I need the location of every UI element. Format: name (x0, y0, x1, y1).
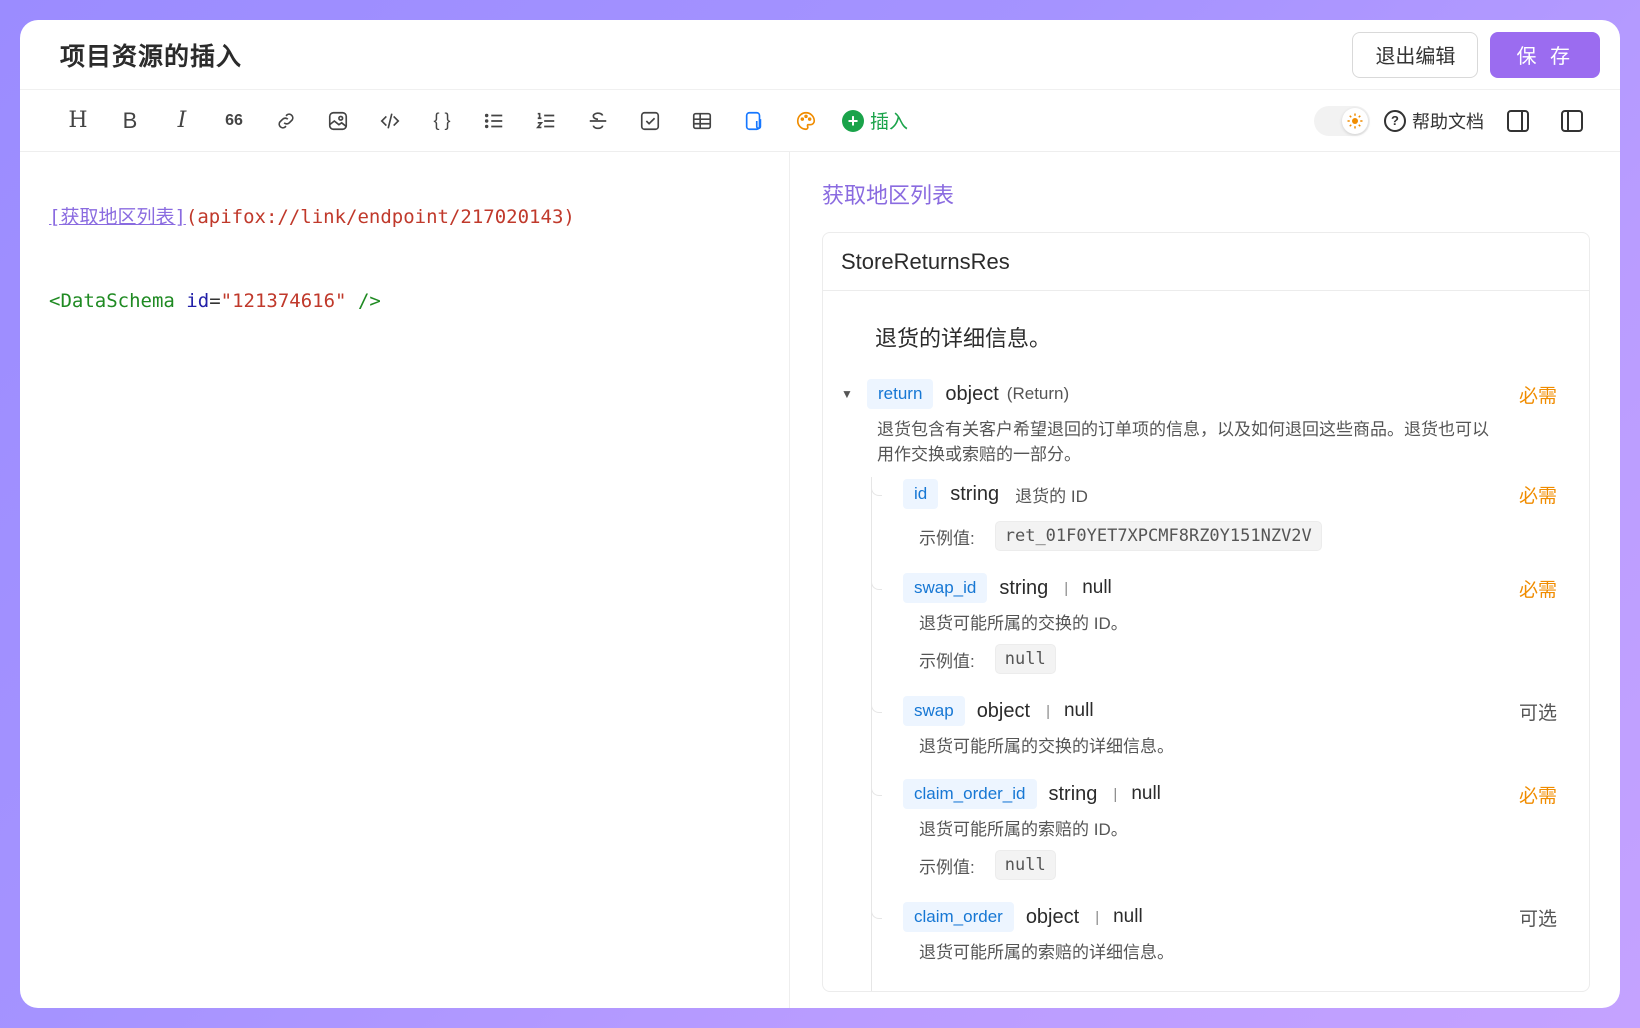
prop-nullable: null (1131, 783, 1161, 804)
header-actions: 退出编辑 保 存 (1352, 31, 1600, 78)
attr-eq: = (209, 290, 221, 312)
prop-description: 退货可能所属的索赔的 ID。 (919, 820, 1128, 839)
required-flag: 必需 (1518, 485, 1557, 507)
prop-name: swap_id (903, 573, 988, 603)
prop-type: string (950, 482, 1000, 505)
editor-toolbar: H B I 66 { } + 插入 ? 帮助文档 (20, 90, 1620, 152)
prop-inline-desc: 退货的 ID (1015, 486, 1088, 506)
optional-flag: 可选 (1518, 702, 1557, 724)
content-area: [获取地区列表](apifox://link/endpoint/21702014… (20, 152, 1620, 1008)
toolbar-view-group: ? 帮助文档 (1314, 101, 1592, 141)
prop-nullable: null (1063, 700, 1094, 721)
theme-toggle[interactable] (1314, 105, 1370, 136)
prop-type: string (999, 576, 1049, 599)
palette-icon[interactable] (784, 101, 828, 141)
prop-type: object (1025, 905, 1080, 928)
prop-name: claim_order_id (903, 779, 1037, 809)
prop-row-claim-order: claim_order object | null 可选 退货可能所属的索赔的详细… (871, 900, 1557, 963)
tag-open: <DataSchema (49, 290, 175, 312)
example-row: 示例值: null (903, 644, 1557, 674)
plus-icon: + (842, 109, 864, 132)
bullet-list-icon[interactable] (472, 101, 516, 141)
schema-title: StoreReturnsRes (823, 233, 1589, 291)
insert-label: 插入 (870, 112, 909, 133)
task-list-icon[interactable] (628, 101, 672, 141)
header: 项目资源的插入 退出编辑 保 存 (20, 20, 1620, 90)
required-flag: 必需 (1518, 579, 1557, 601)
tag-close: /> (357, 290, 381, 312)
ordered-list-icon[interactable] (524, 101, 568, 141)
prop-row-swap: swap object | null 可选 退货可能所属的交换的详细信息。 (871, 694, 1557, 757)
example-label: 示例值: (919, 857, 975, 877)
table-icon[interactable] (680, 101, 724, 141)
bold-icon[interactable]: B (108, 101, 152, 141)
attachment-icon[interactable] (732, 101, 776, 141)
required-flag: 必需 (1518, 785, 1557, 807)
code-icon[interactable] (368, 101, 412, 141)
preview-pane: 获取地区列表 StoreReturnsRes 退货的详细信息。 ▼ return… (790, 152, 1620, 1008)
example-value: null (994, 644, 1056, 674)
insert-button[interactable]: + 插入 (842, 107, 908, 134)
editor-line-schema: <DataSchema id="121374616" /> (49, 290, 789, 318)
caret-down-icon[interactable]: ▼ (841, 387, 855, 401)
prop-type: object (945, 382, 999, 405)
prop-name: return (867, 379, 934, 409)
schema-body: 退货的详细信息。 ▼ return object (Return) 必需 退货包… (823, 291, 1589, 991)
code-block-icon[interactable]: { } (420, 101, 464, 141)
prop-description: 退货可能所属的交换的详细信息。 (919, 737, 1174, 756)
prop-name: swap (903, 696, 965, 726)
toolbar-format-group: H B I 66 { } + 插入 (56, 101, 908, 141)
right-panel-toggle-icon[interactable] (1498, 101, 1538, 141)
markdown-editor[interactable]: [获取地区列表](apifox://link/endpoint/21702014… (20, 152, 790, 1008)
save-button[interactable]: 保 存 (1490, 31, 1600, 78)
prop-row-claim-order-id: claim_order_id string | null 必需 退货可能所属的索赔… (871, 777, 1557, 880)
attr-name: id (186, 290, 210, 312)
md-link-url: (apifox://link/endpoint/217020143) (185, 206, 575, 228)
sun-icon (1342, 107, 1368, 134)
link-icon[interactable] (264, 101, 308, 141)
example-row: 示例值: null (903, 850, 1557, 880)
italic-icon[interactable]: I (160, 101, 204, 141)
image-icon[interactable] (316, 101, 360, 141)
strikethrough-icon[interactable] (576, 101, 620, 141)
prop-name: id (903, 479, 939, 509)
quote-icon[interactable]: 66 (212, 101, 256, 141)
prop-type: object (976, 699, 1031, 722)
example-value: ret_01F0YET7XPCMF8RZ0Y151NZV2V (994, 521, 1322, 551)
prop-type: string (1048, 782, 1098, 805)
required-flag: 必需 (1518, 385, 1557, 407)
prop-nullable: null (1113, 906, 1143, 927)
prop-description: 退货可能所属的交换的 ID。 (919, 614, 1128, 633)
heading-icon[interactable]: H (56, 101, 100, 141)
prop-row-id: id string 退货的 ID 必需 示例值: ret_01F0YET7XPC… (871, 477, 1557, 551)
example-label: 示例值: (919, 528, 975, 548)
editor-line-link: [获取地区列表](apifox://link/endpoint/21702014… (49, 202, 789, 230)
prop-description: 退货可能所属的索赔的详细信息。 (919, 943, 1174, 962)
schema-description: 退货的详细信息。 (875, 326, 1052, 351)
endpoint-link[interactable]: 获取地区列表 (822, 178, 954, 210)
attr-value: "121374616" (220, 290, 347, 312)
question-icon: ? (1384, 109, 1406, 132)
prop-row-return: ▼ return object (Return) 必需 (841, 377, 1557, 411)
page-title: 项目资源的插入 (60, 42, 243, 71)
schema-card: StoreReturnsRes 退货的详细信息。 ▼ return object… (822, 232, 1590, 992)
prop-description: 退货包含有关客户希望退回的订单项的信息，以及如何退回这些商品。退货也可以用作交换… (877, 420, 1489, 464)
exit-edit-button[interactable]: 退出编辑 (1352, 31, 1479, 78)
prop-row-swap-id: swap_id string | null 必需 退货可能所属的交换的 ID。 示… (871, 571, 1557, 674)
prop-ref: (Return) (1006, 384, 1070, 403)
md-link-text: [获取地区列表] (49, 206, 186, 228)
example-label: 示例值: (919, 651, 975, 671)
child-props: id string 退货的 ID 必需 示例值: ret_01F0YET7XPC… (871, 477, 1557, 991)
help-docs-button[interactable]: ? 帮助文档 (1384, 108, 1484, 134)
app-window: 项目资源的插入 退出编辑 保 存 H B I 66 { } + 插入 ? 帮助文… (20, 20, 1620, 1008)
left-panel-toggle-icon[interactable] (1552, 101, 1592, 141)
optional-flag: 可选 (1518, 908, 1557, 930)
prop-nullable: null (1082, 577, 1112, 598)
help-label: 帮助文档 (1412, 111, 1484, 132)
example-value: null (994, 850, 1056, 880)
example-row: 示例值: ret_01F0YET7XPCMF8RZ0Y151NZV2V (903, 521, 1557, 551)
prop-name: claim_order (903, 902, 1014, 932)
